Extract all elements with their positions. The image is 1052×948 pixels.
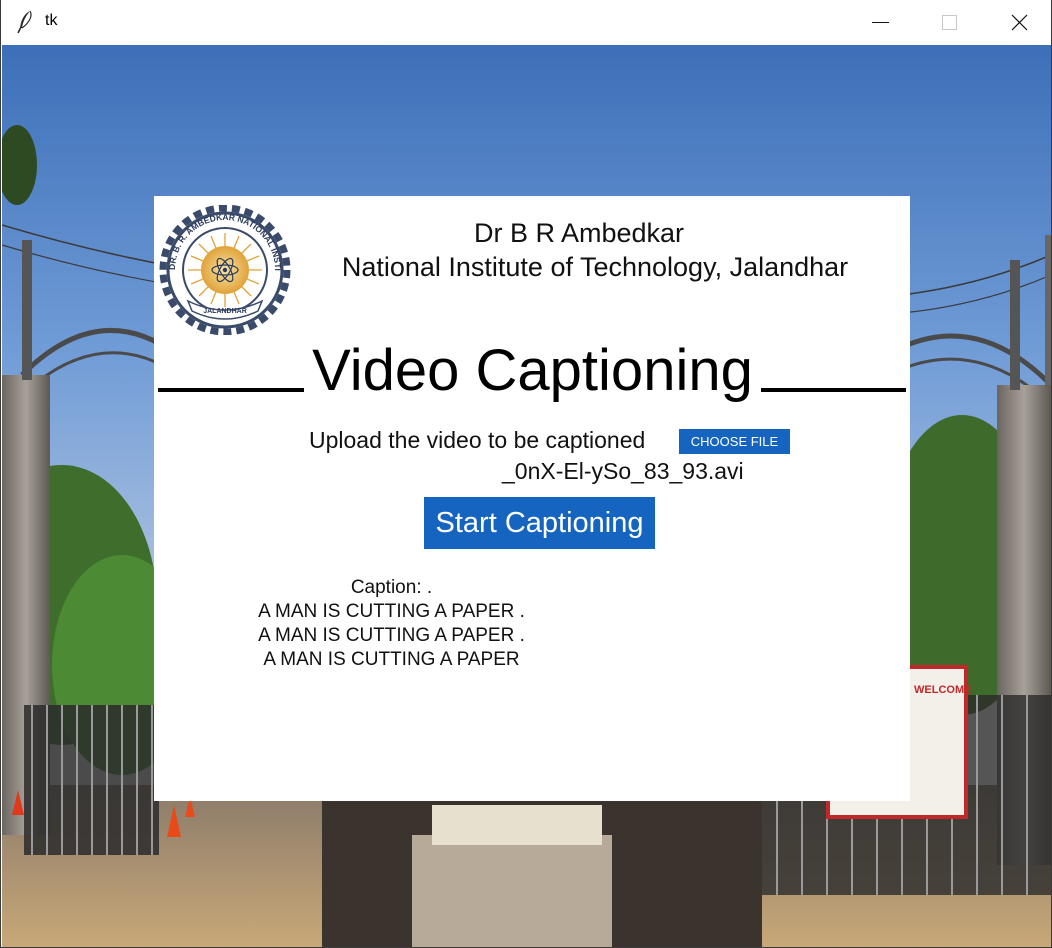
title-rule-right	[761, 388, 906, 392]
logo-banner-text: JALANDHAR	[203, 308, 247, 315]
institute-name-line1: Dr B R Ambedkar	[473, 218, 685, 248]
page-title: Video Captioning	[312, 338, 753, 403]
institute-name-line2: National Institute of Technology, Jaland…	[341, 252, 849, 282]
main-panel: DR. B. R. AMBEDKAR NATIONAL INSTITUTE OF…	[154, 196, 910, 801]
feather-icon	[15, 10, 35, 34]
sign-text: WELCOME	[914, 684, 971, 696]
caption-line: A MAN IS CUTTING A PAPER .	[258, 601, 525, 622]
start-captioning-button[interactable]: Start Captioning	[424, 497, 655, 549]
caption-line: A MAN IS CUTTING A PAPER .	[258, 625, 525, 646]
choose-file-button[interactable]: CHOOSE FILE	[679, 429, 790, 454]
caption-line: A MAN IS CUTTING A PAPER	[263, 649, 520, 670]
caption-output: Caption: . A MAN IS CUTTING A PAPER . A …	[239, 576, 544, 672]
title-rule-left	[158, 388, 304, 392]
caption-heading: Caption: .	[350, 577, 433, 598]
maximize-button[interactable]	[914, 0, 984, 45]
upload-label: Upload the video to be captioned	[309, 427, 646, 453]
minimize-button[interactable]	[845, 0, 915, 45]
minimize-icon	[872, 22, 889, 23]
title-bar: tk	[1, 0, 1051, 45]
app-window: tk WELCOME DR. B. R. AMBEDKAR NATIONAL I…	[0, 0, 1052, 948]
close-icon	[1011, 14, 1028, 31]
maximize-icon	[942, 15, 957, 30]
selected-file-name: _0nX-El-ySo_83_93.avi	[502, 458, 744, 484]
close-button[interactable]	[983, 0, 1052, 45]
window-title: tk	[45, 12, 58, 29]
